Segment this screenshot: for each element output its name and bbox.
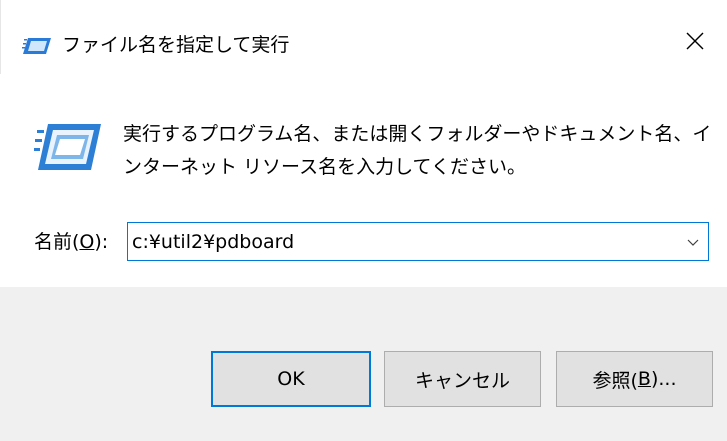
window-title: ファイル名を指定して実行 — [62, 34, 290, 56]
run-dialog: ファイル名を指定して実行 実行するプログラム名、または開くフォルダーやドキュメン… — [0, 0, 727, 441]
browse-label-suffix: )... — [650, 368, 677, 390]
close-button[interactable] — [672, 20, 718, 66]
name-label-suffix: ): — [94, 231, 109, 253]
browse-label-accelerator: B — [637, 368, 651, 390]
cancel-button[interactable]: キャンセル — [384, 351, 541, 407]
browse-button[interactable]: 参照(B)... — [556, 351, 713, 407]
instruction-text: 実行するプログラム名、または開くフォルダーやドキュメント名、イ ンターネット リ… — [123, 118, 713, 184]
chevron-down-icon — [687, 232, 699, 251]
ok-button[interactable]: OK — [211, 351, 371, 407]
browse-label-prefix: 参照( — [592, 369, 638, 392]
run-icon — [34, 122, 102, 172]
name-label-prefix: 名前( — [34, 231, 80, 253]
close-icon — [686, 32, 704, 54]
command-input[interactable] — [132, 223, 672, 260]
run-icon — [22, 36, 52, 56]
dialog-body: 実行するプログラム名、または開くフォルダーやドキュメント名、イ ンターネット リ… — [0, 74, 727, 287]
instruction-line-1: 実行するプログラム名、または開くフォルダーやドキュメント名、イ — [123, 123, 712, 145]
instruction-line-2: ンターネット リソース名を入力してください。 — [123, 156, 526, 178]
name-label: 名前(O): — [34, 228, 108, 256]
dropdown-button[interactable] — [678, 223, 708, 260]
name-label-accelerator: O — [79, 231, 95, 253]
command-combobox[interactable] — [127, 222, 709, 261]
button-bar: OK キャンセル 参照(B)... — [0, 287, 727, 441]
title-bar[interactable]: ファイル名を指定して実行 — [0, 14, 727, 74]
